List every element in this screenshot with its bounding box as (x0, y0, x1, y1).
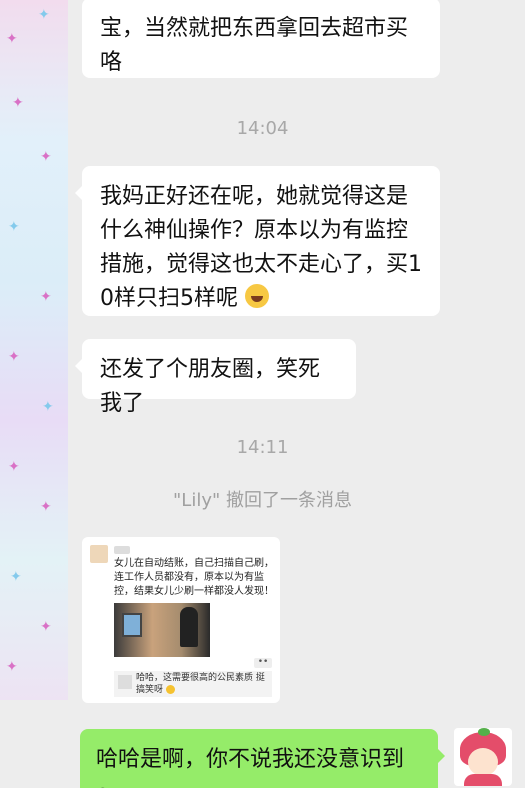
comment-row: 哈哈，这需要很高的公民素质 挺搞笑呀 (114, 671, 272, 697)
contact-avatar-strip[interactable]: ✦ ✦ ✦ ✦ ✦ ✦ ✦ ✦ ✦ ✦ ✦ ✦ ✦ (0, 0, 68, 700)
avatar (118, 675, 132, 689)
timestamp: 14:04 (236, 118, 289, 139)
message-bubble[interactable]: 还发了个朋友圈，笑死我了 (75, 339, 356, 416)
sparkle-icon: ✦ (42, 399, 54, 415)
laugh-emoji-icon (245, 284, 269, 308)
sparkle-icon: ✦ (40, 619, 52, 635)
avatar-leaf (478, 728, 490, 736)
comment-text: 哈哈，这需要很高的公民素质 挺搞笑呀 (136, 673, 265, 695)
avatar-face (468, 748, 498, 776)
sparkle-icon: ✦ (8, 459, 20, 475)
post-photo[interactable] (114, 603, 210, 657)
sparkle-icon: ✦ (10, 569, 22, 585)
timestamp: 14:11 (236, 437, 289, 458)
avatar-body (464, 774, 502, 786)
message-text: 哈哈是啊，你不说我还没意识到o; (96, 747, 405, 788)
message-bubble[interactable]: 我妈正好还在呢，她就觉得这是什么神仙操作？原本以为有监控措施，觉得这也太不走心了… (75, 166, 440, 316)
my-message-bubble[interactable]: 哈哈是啊，你不说我还没意识到o; (80, 729, 445, 788)
message-text: 还发了个朋友圈，笑死我了 (100, 357, 321, 416)
message-text: 宝，当然就把东西拿回去超市买咯 (100, 16, 409, 75)
moments-screenshot-card[interactable]: 女儿在自动结账，自己扫描自己刷，连工作人员都没有，原本以为有监控，结果女儿少刷一… (82, 537, 280, 703)
more-icon[interactable]: •• (254, 658, 272, 668)
recall-notice: "Lily" 撤回了一条消息 (173, 490, 352, 511)
message-bubble[interactable]: 宝，当然就把东西拿回去超市买咯 (82, 0, 440, 78)
sparkle-icon: ✦ (38, 7, 50, 23)
avatar (90, 545, 108, 563)
sparkle-icon: ✦ (8, 349, 20, 365)
sparkle-icon: ✦ (40, 289, 52, 305)
my-avatar[interactable] (454, 728, 512, 786)
sparkle-icon: ✦ (8, 219, 20, 235)
smile-emoji-icon (165, 685, 175, 694)
username-placeholder (114, 546, 130, 554)
post-text: 女儿在自动结账，自己扫描自己刷，连工作人员都没有，原本以为有监控，结果女儿少刷一… (114, 558, 274, 597)
sparkle-icon: ✦ (6, 659, 18, 675)
sparkle-icon: ✦ (6, 31, 18, 47)
kiosk-screen (122, 613, 142, 637)
sparkle-icon: ✦ (12, 95, 24, 111)
sparkle-icon: ✦ (40, 149, 52, 165)
person-figure (180, 607, 198, 647)
